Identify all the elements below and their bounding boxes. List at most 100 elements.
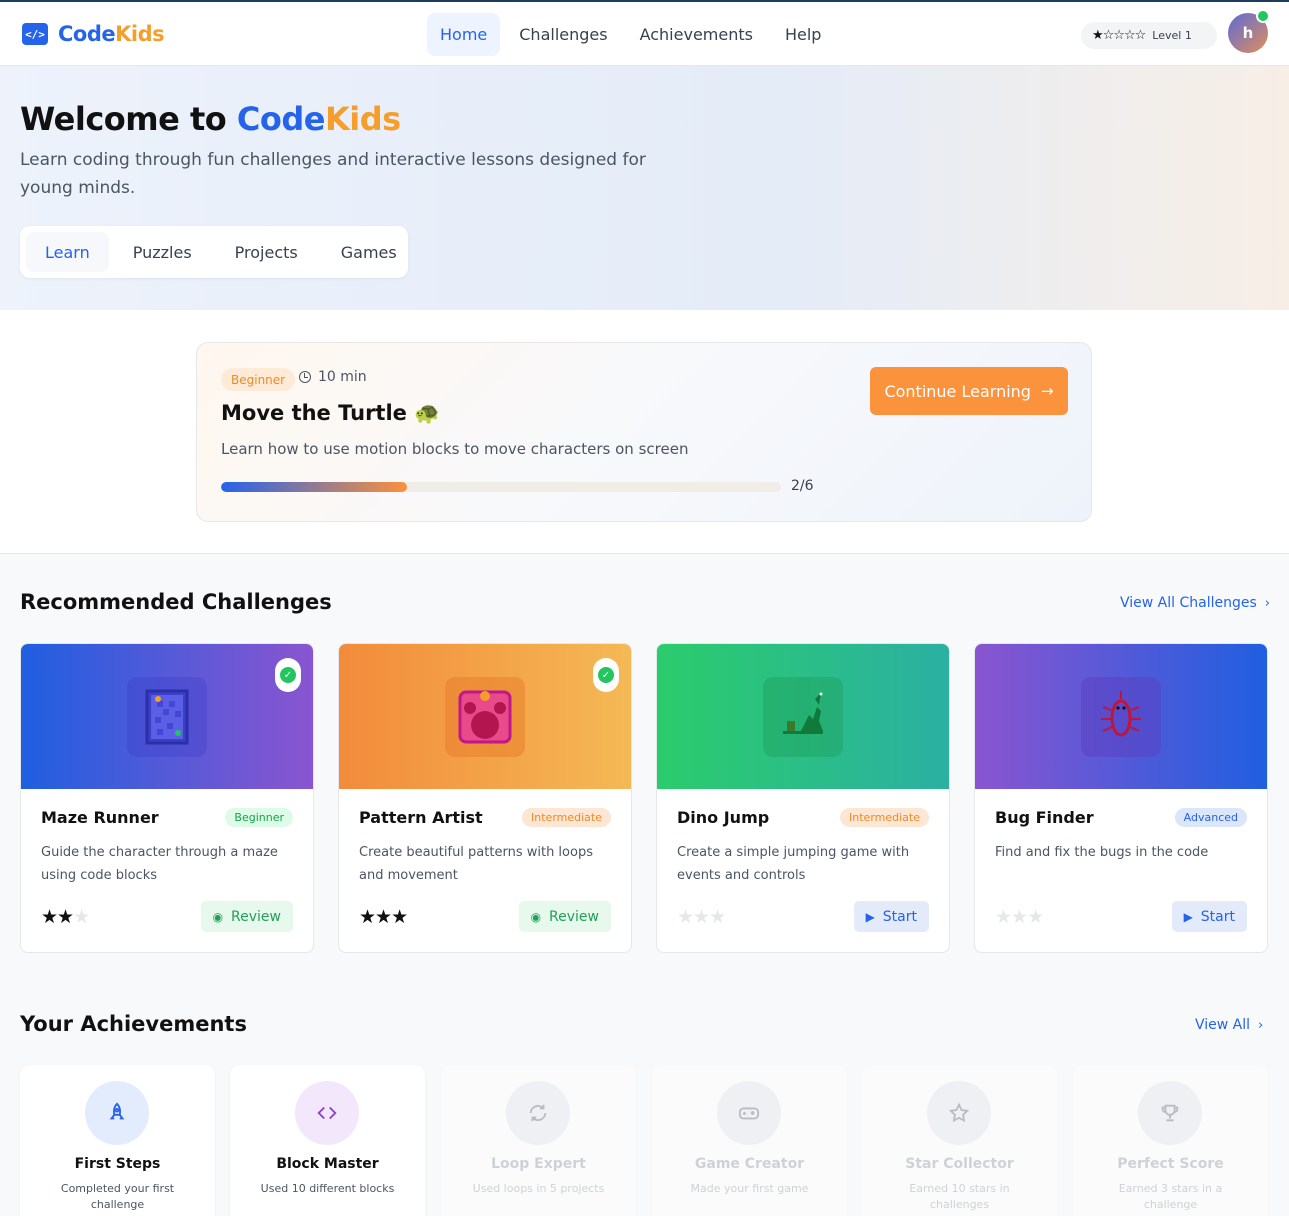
challenge-banner	[657, 644, 949, 789]
nav-achievements[interactable]: Achievements	[627, 13, 766, 56]
user-level-pill[interactable]: ★☆☆☆☆ Level 1	[1081, 22, 1217, 49]
achievement-perfect-score[interactable]: Perfect Score Earned 3 stars in a challe…	[1073, 1065, 1268, 1216]
tab-puzzles[interactable]: Puzzles	[114, 232, 211, 272]
challenge-description: Create beautiful patterns with loops and…	[359, 845, 593, 883]
achievement-loop-expert[interactable]: Loop Expert Used loops in 5 projects	[441, 1065, 636, 1216]
challenge-banner: ✓	[21, 644, 313, 789]
achievement-description: Completed your first challenge	[60, 1182, 175, 1211]
achievement-star-collector[interactable]: Star Collector Earned 10 stars in challe…	[862, 1065, 1057, 1216]
achievement-block-master[interactable]: Block Master Used 10 different blocks	[230, 1065, 425, 1216]
check-icon: ✓	[598, 667, 614, 683]
challenge-card-pattern-artist[interactable]: ✓ Pattern Artist Intermediate Create bea…	[338, 643, 632, 953]
hero-title-brand-kids: Kids	[324, 100, 401, 138]
challenge-title: Pattern Artist	[359, 808, 483, 827]
challenge-stars-rating: ★★★	[677, 906, 726, 928]
tab-projects[interactable]: Projects	[216, 232, 317, 272]
tab-learn[interactable]: Learn	[26, 232, 109, 272]
achievement-title: Loop Expert	[491, 1156, 586, 1172]
logo[interactable]: </> CodeKids	[22, 22, 165, 46]
trophy-icon	[1138, 1081, 1202, 1145]
challenge-level-badge: Intermediate	[522, 808, 611, 827]
top-navbar: </> CodeKids Home Challenges Achievement…	[0, 0, 1289, 66]
start-button-label: Start	[882, 908, 917, 925]
achievement-title: Star Collector	[905, 1156, 1014, 1172]
chevron-right-icon: ›	[1258, 1017, 1264, 1033]
online-status-indicator	[1256, 9, 1270, 23]
hero-title: Welcome to CodeKids	[20, 100, 401, 138]
challenge-level-badge: Advanced	[1174, 808, 1247, 827]
challenge-banner: ✓	[339, 644, 631, 789]
nav-challenges[interactable]: Challenges	[506, 13, 620, 56]
lesson-title: Move the Turtle 🐢	[221, 401, 441, 425]
tab-games[interactable]: Games	[322, 232, 416, 272]
view-all-achievements-link[interactable]: View All ›	[1195, 1017, 1263, 1033]
code-brackets-icon	[295, 1081, 359, 1145]
challenge-title: Dino Jump	[677, 808, 770, 827]
challenge-title: Maze Runner	[41, 808, 159, 827]
achievement-first-steps[interactable]: First Steps Completed your first challen…	[20, 1065, 215, 1216]
continue-learning-button[interactable]: Continue Learning →	[870, 367, 1068, 415]
lesson-duration-text: 10 min	[318, 369, 367, 385]
hero-section: Welcome to CodeKids Learn coding through…	[0, 66, 1289, 310]
start-button[interactable]: ▶ Start	[1171, 901, 1247, 932]
view-all-challenges-link[interactable]: View All Challenges ›	[1120, 595, 1270, 611]
play-icon: ▶	[865, 909, 875, 924]
review-button[interactable]: ◉ Review	[200, 901, 293, 932]
arrow-right-icon: →	[1040, 382, 1054, 400]
review-button[interactable]: ◉ Review	[518, 901, 611, 932]
challenge-stars-rating: ★★★	[359, 906, 408, 928]
brand-name: CodeKids	[58, 22, 165, 46]
eye-icon: ◉	[530, 909, 542, 924]
category-tabs: Learn Puzzles Projects Games	[20, 226, 408, 278]
user-level-label: Level 1	[1152, 29, 1192, 42]
achievement-description: Earned 10 stars in challenges	[909, 1182, 1010, 1211]
brand-part-code: Code	[58, 22, 116, 46]
current-lesson-section: Beginner 10 min Move the Turtle 🐢 Learn …	[0, 310, 1289, 554]
challenge-level-badge: Beginner	[225, 808, 293, 827]
nav-home[interactable]: Home	[427, 13, 501, 56]
achievement-description: Used 10 different blocks	[260, 1182, 395, 1195]
achievement-title: First Steps	[74, 1156, 161, 1172]
start-button[interactable]: ▶ Start	[853, 901, 929, 932]
challenge-stars-rating: ★★★	[41, 906, 90, 928]
lesson-progress-fill	[221, 482, 408, 492]
play-icon: ▶	[1183, 909, 1193, 924]
achievement-title: Perfect Score	[1117, 1156, 1224, 1172]
achievement-description: Earned 3 stars in a challenge	[1118, 1182, 1223, 1211]
achievement-game-creator[interactable]: Game Creator Made your first game	[652, 1065, 847, 1216]
star-icon	[927, 1081, 991, 1145]
completed-check-badge: ✓	[275, 658, 301, 692]
hero-title-prefix: Welcome to	[20, 100, 237, 138]
start-button-label: Start	[1200, 908, 1235, 925]
challenge-stars-rating: ★★★	[995, 906, 1044, 928]
bug-icon	[1081, 677, 1161, 757]
completed-check-badge: ✓	[593, 658, 619, 692]
check-icon: ✓	[280, 667, 296, 683]
challenge-card-dino-jump[interactable]: Dino Jump Intermediate Create a simple j…	[656, 643, 950, 953]
view-all-achievements-label: View All	[1195, 1017, 1251, 1033]
lesson-level-badge: Beginner	[221, 368, 296, 391]
lesson-description: Learn how to use motion blocks to move c…	[221, 440, 689, 458]
code-logo-icon: </>	[22, 23, 48, 45]
challenge-description: Find and fix the bugs in the code	[995, 845, 1209, 860]
maze-icon	[127, 677, 207, 757]
chevron-right-icon: ›	[1264, 595, 1270, 611]
challenge-card-bug-finder[interactable]: Bug Finder Advanced Find and fix the bug…	[974, 643, 1268, 953]
challenges-heading: Recommended Challenges	[20, 590, 332, 614]
user-stars-rating: ★☆☆☆☆	[1092, 28, 1146, 43]
challenge-level-badge: Intermediate	[840, 808, 929, 827]
dinosaur-icon	[763, 677, 843, 757]
challenge-description: Guide the character through a maze using…	[41, 845, 278, 883]
review-button-label: Review	[549, 908, 599, 925]
lesson-progress-text: 2/6	[791, 478, 814, 494]
hero-title-brand-code: Code	[236, 100, 326, 138]
eye-icon: ◉	[212, 909, 224, 924]
lesson-progress-bar	[221, 482, 781, 492]
refresh-icon	[506, 1081, 570, 1145]
current-lesson-card: Beginner 10 min Move the Turtle 🐢 Learn …	[196, 342, 1092, 522]
achievement-title: Game Creator	[694, 1156, 805, 1172]
nav-help[interactable]: Help	[772, 13, 834, 56]
achievement-title: Block Master	[276, 1156, 379, 1172]
paint-palette-icon	[445, 677, 525, 757]
challenge-card-maze-runner[interactable]: ✓ Maze Runner Beginner Guide the charact…	[20, 643, 314, 953]
